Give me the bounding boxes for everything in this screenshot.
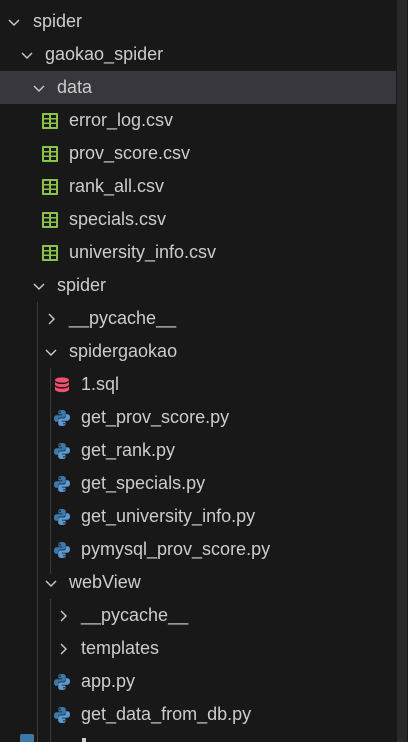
tree-item-pycache[interactable]: __pycache__ [0, 302, 396, 335]
file-label: get_prov_score.py [81, 407, 230, 427]
csv-table-icon [41, 178, 59, 196]
tree-item-file[interactable]: prov_score.csv [0, 137, 396, 170]
python-icon [53, 706, 71, 724]
csv-table-icon [41, 112, 59, 130]
tree-item-spider-root[interactable]: spider [0, 5, 396, 38]
database-icon [53, 376, 71, 394]
chevron-down-icon [6, 14, 22, 30]
tree-item-file[interactable]: error_log.csv [0, 104, 396, 137]
tree-item-label: gaokao_spider [45, 44, 164, 64]
scrollbar[interactable] [396, 0, 408, 742]
chevron-right-icon [55, 641, 71, 657]
csv-table-icon [41, 211, 59, 229]
tree-item-file[interactable]: rank_all.csv [0, 170, 396, 203]
python-icon [53, 508, 71, 526]
chevron-right-icon [55, 608, 71, 624]
chevron-right-icon [43, 311, 59, 327]
file-label: get_rank.py [81, 440, 176, 460]
python-icon [53, 409, 71, 427]
chevron-down-icon [31, 80, 47, 96]
csv-table-icon [41, 244, 59, 262]
tree-item-templates[interactable]: templates [0, 632, 396, 665]
python-icon [20, 734, 34, 742]
file-label: 1.sql [81, 374, 120, 394]
tree-item-file[interactable]: app.py [0, 665, 396, 698]
tree-item-gaokao-spider[interactable]: gaokao_spider [0, 38, 396, 71]
file-label: university_info.csv [69, 242, 217, 262]
file-label: rank_all.csv [69, 176, 165, 196]
chevron-down-icon [31, 278, 47, 294]
chevron-down-icon [43, 575, 59, 591]
scrollbar-thumb[interactable] [397, 0, 407, 742]
file-label: get_specials.py [81, 473, 206, 493]
file-label: prov_score.csv [69, 143, 191, 163]
tree-item-file[interactable]: 1.sql [0, 368, 396, 401]
python-icon [53, 442, 71, 460]
tree-item-label: __pycache__ [81, 605, 189, 625]
tree-item-label: spidergaokao [69, 341, 178, 361]
file-explorer: spider gaokao_spider data error_log.csv [0, 0, 408, 742]
file-label: app.py [81, 671, 136, 691]
file-label: get_university_info.py [81, 506, 256, 526]
file-label: get_data_from_db.py [81, 704, 252, 724]
python-icon [53, 541, 71, 559]
csv-table-icon [41, 145, 59, 163]
tree-item-webview[interactable]: webView [0, 566, 396, 599]
tree-item-label: templates [81, 638, 160, 658]
tree-item-pycache[interactable]: __pycache__ [0, 599, 396, 632]
tree-item-label: webView [69, 572, 141, 592]
chevron-down-icon [19, 47, 35, 63]
python-icon [53, 475, 71, 493]
tree-item-file[interactable]: pymysql_prov_score.py [0, 533, 396, 566]
tree-item-file[interactable]: university_info.csv [0, 236, 396, 269]
tree-item-label: data [57, 77, 93, 97]
tree-item-spidergaokao[interactable]: spidergaokao [0, 335, 396, 368]
tree-item-file[interactable]: get_prov_score.py [0, 401, 396, 434]
tree-item-label: spider [57, 275, 107, 295]
python-icon [53, 673, 71, 691]
file-label: pymysql_prov_score.py [81, 539, 271, 559]
tree-item-data-folder[interactable]: data [0, 71, 396, 104]
tree-item-spider-folder[interactable]: spider [0, 269, 396, 302]
chevron-down-icon [43, 344, 59, 360]
tree-item-label: __pycache__ [69, 308, 177, 328]
file-label: error_log.csv [69, 110, 174, 130]
tree-item-file[interactable]: get_rank.py [0, 434, 396, 467]
tree-item-file[interactable]: specials.csv [0, 203, 396, 236]
tree-item-file[interactable]: get_specials.py [0, 467, 396, 500]
tree-item-label: spider [33, 11, 83, 31]
partial-label [82, 738, 86, 742]
tree-item-file[interactable]: get_data_from_db.py [0, 698, 396, 731]
tree-item-file[interactable]: get_university_info.py [0, 500, 396, 533]
file-label: specials.csv [69, 209, 167, 229]
